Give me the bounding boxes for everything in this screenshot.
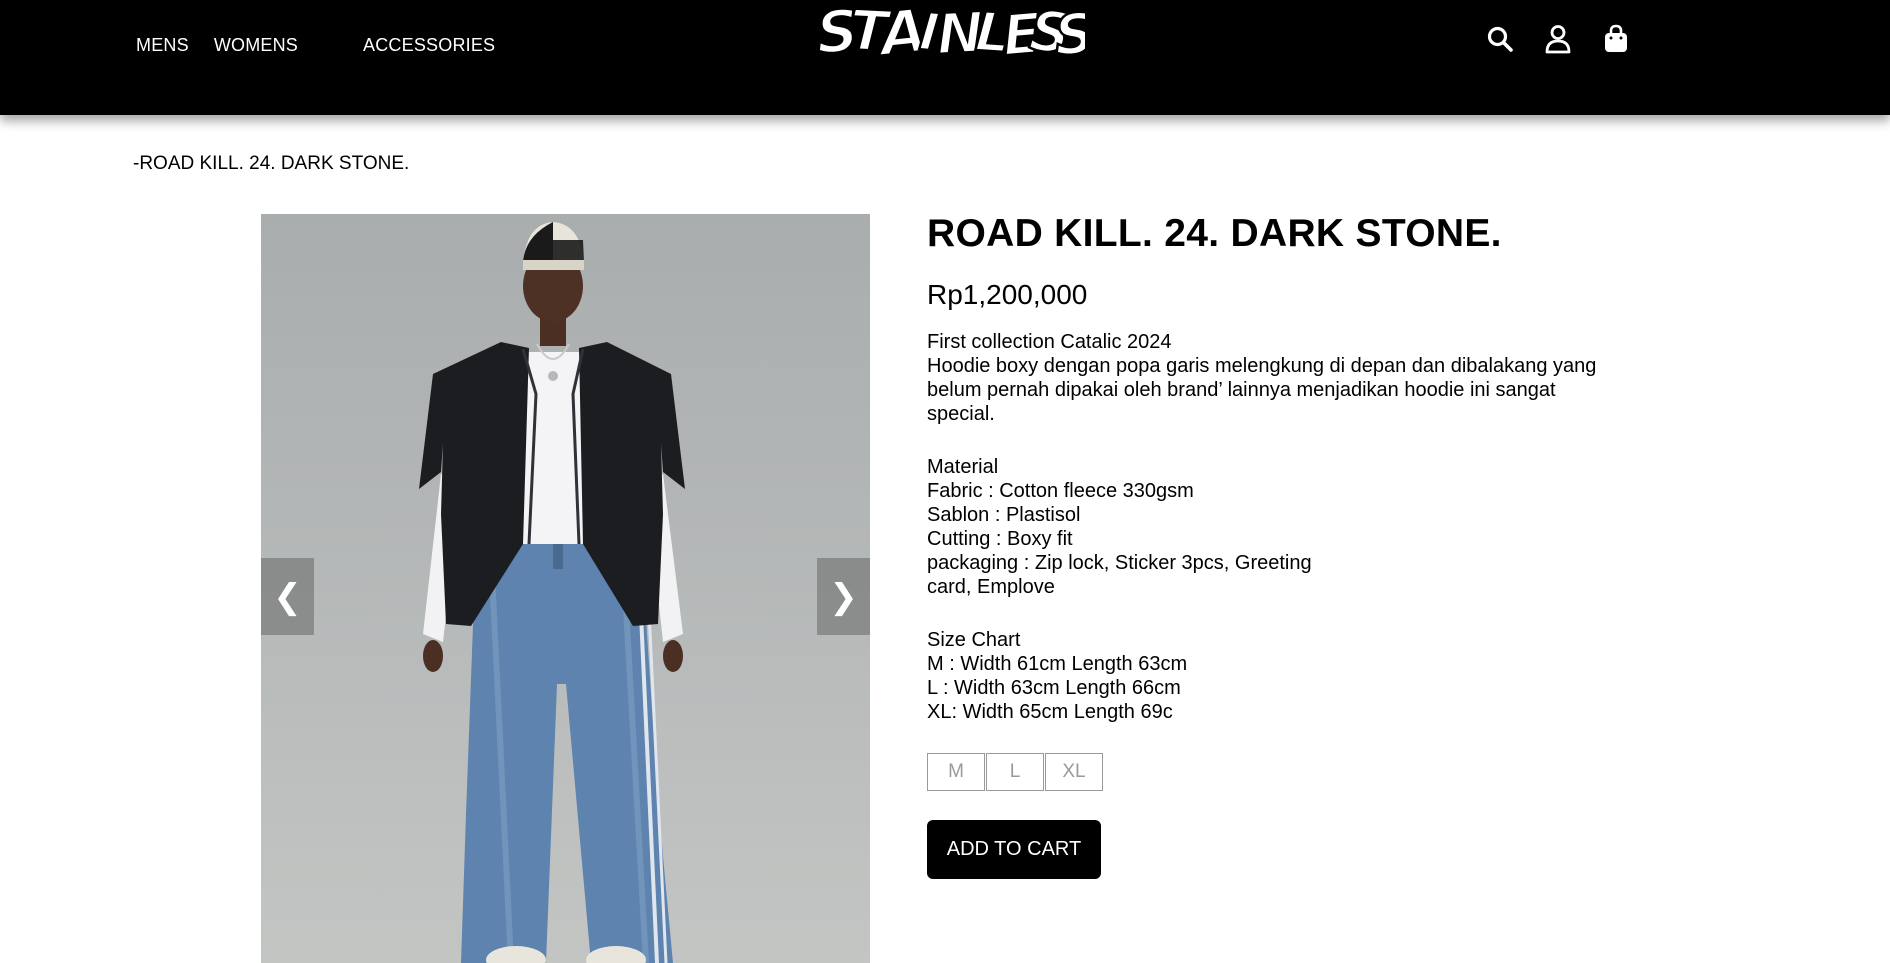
header-icons: [1485, 22, 1631, 56]
size-chart-line: XL: Width 65cm Length 69c: [927, 701, 1173, 723]
size-chart-line: L : Width 63cm Length 66cm: [927, 677, 1181, 699]
material-block: Material Fabric : Cotton fleece 330gsm S…: [927, 455, 1647, 599]
svg-text:S: S: [1052, 1, 1085, 64]
nav-mens[interactable]: MENS: [136, 35, 189, 56]
carousel-prev-button[interactable]: ❮: [261, 558, 314, 635]
size-chart-block: Size Chart M : Width 61cm Length 63cm L …: [927, 628, 1647, 724]
carousel-next-button[interactable]: ❯: [817, 558, 870, 635]
material-line: Cutting : Boxy fit: [927, 528, 1073, 550]
size-chart-heading: Size Chart: [927, 629, 1021, 651]
product-title: ROAD KILL. 24. DARK STONE.: [927, 212, 1502, 255]
add-to-cart-button[interactable]: ADD TO CART: [927, 820, 1101, 879]
material-line: packaging : Zip lock, Sticker 3pcs, Gree…: [927, 552, 1312, 574]
description-line: First collection Catalic 2024: [927, 331, 1172, 353]
size-option-l[interactable]: L: [986, 753, 1044, 791]
nav-accessories[interactable]: ACCESSORIES: [363, 35, 495, 56]
material-heading: Material: [927, 456, 999, 478]
size-option-xl[interactable]: XL: [1045, 753, 1103, 791]
product-info: ROAD KILL. 24. DARK STONE. Rp1,200,000 F…: [927, 212, 1647, 879]
description-block: First collection Catalic 2024 Hoodie box…: [927, 330, 1647, 426]
brand-logo[interactable]: S T A I N L E S S: [813, 0, 1099, 72]
size-selector: M L XL: [927, 753, 1647, 791]
material-line: Fabric : Cotton fleece 330gsm: [927, 480, 1194, 502]
size-chart-line: M : Width 61cm Length 63cm: [927, 653, 1188, 675]
description-line: belum pernah dipakai oleh brand’ lainnya…: [927, 379, 1556, 401]
product-price: Rp1,200,000: [927, 279, 1088, 310]
nav-womens[interactable]: WOMENS: [214, 35, 298, 56]
breadcrumb: -ROAD KILL. 24. DARK STONE.: [133, 153, 410, 174]
main-nav: MENS WOMENS ACCESSORIES: [136, 35, 535, 56]
site-header: MENS WOMENS ACCESSORIES S T A I N L E S …: [0, 0, 1890, 115]
description-line: special.: [927, 403, 995, 425]
search-icon[interactable]: [1485, 22, 1515, 56]
description-line: Hoodie boxy dengan popa garis melengkung…: [927, 355, 1597, 377]
material-line: card, Emplove: [927, 576, 1055, 598]
user-icon[interactable]: [1543, 22, 1573, 56]
size-option-m[interactable]: M: [927, 753, 985, 791]
material-line: Sablon : Plastisol: [927, 504, 1081, 526]
logo-graffiti-mark: S T A I N L E S S: [813, 0, 1099, 72]
shopping-bag-icon[interactable]: [1601, 22, 1631, 56]
product-description: First collection Catalic 2024 Hoodie box…: [927, 330, 1647, 724]
product-photo: [419, 222, 685, 963]
product-image-carousel[interactable]: ❮ ❯: [261, 214, 870, 963]
